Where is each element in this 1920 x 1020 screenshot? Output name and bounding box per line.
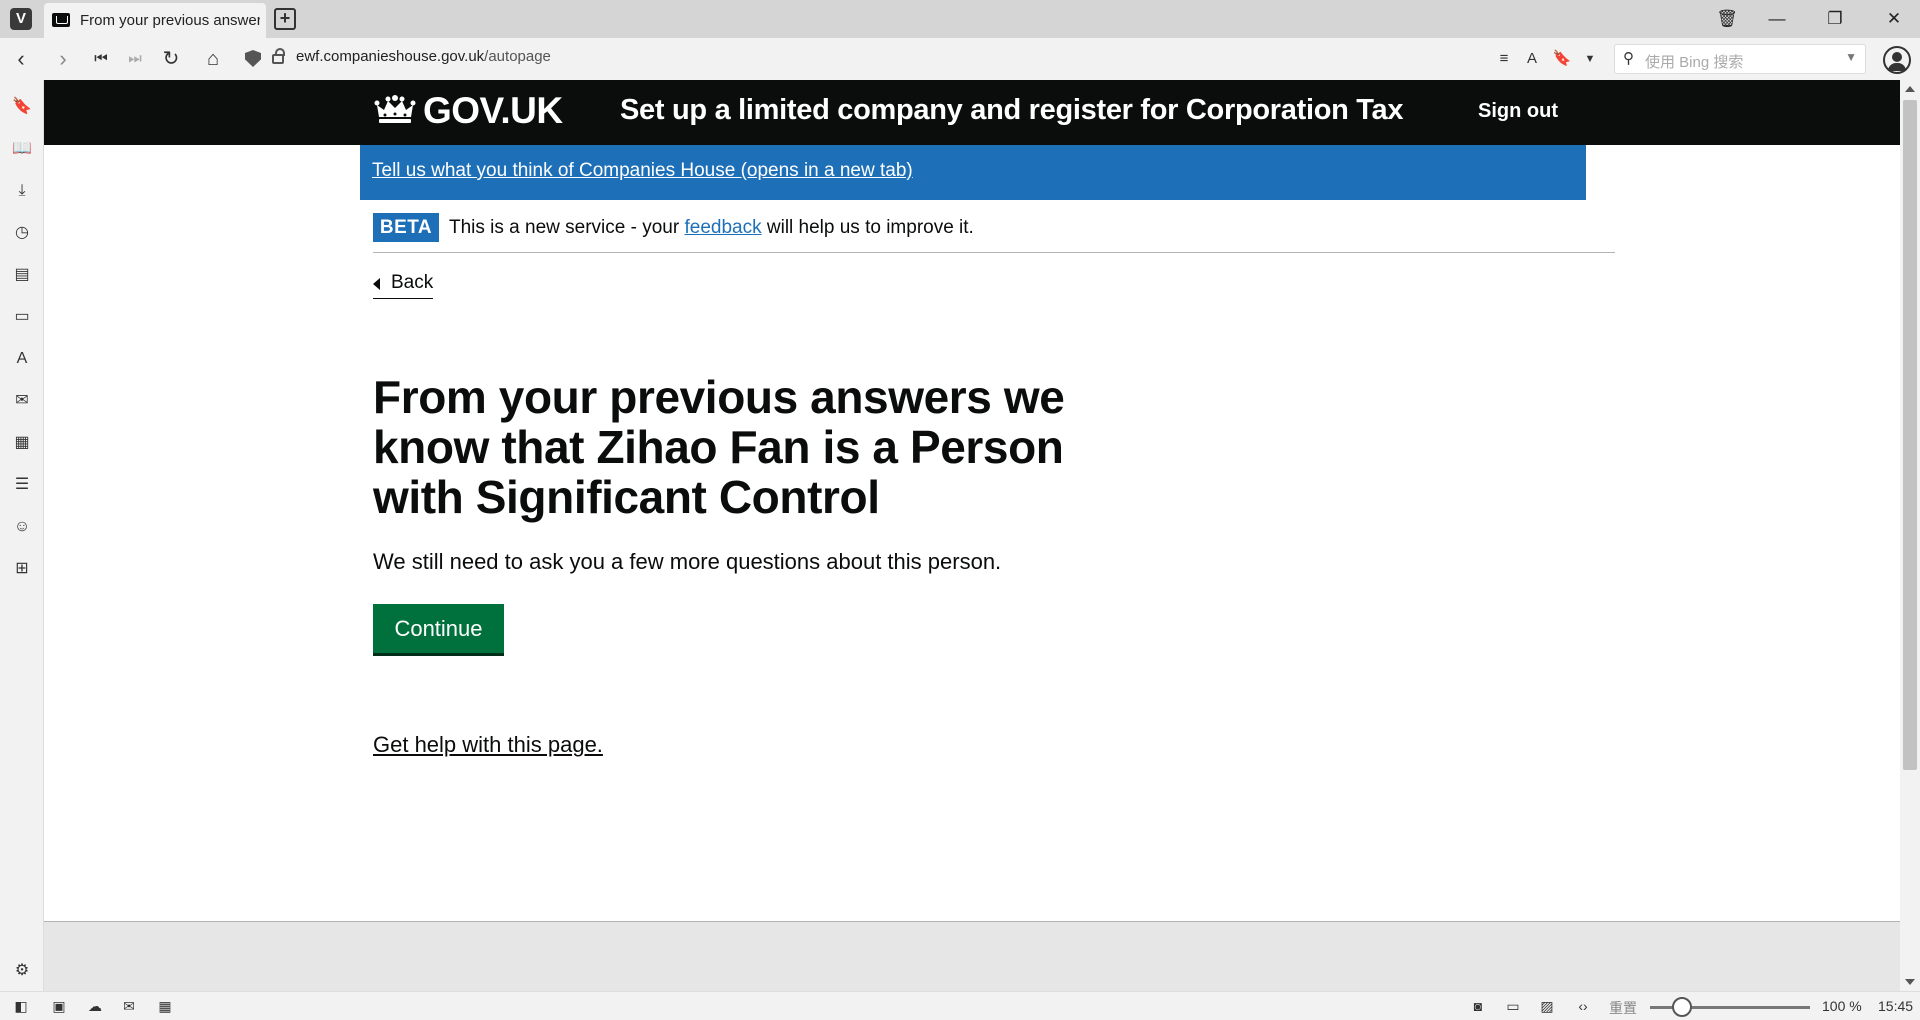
govuk-logo[interactable]: GOV.UK — [423, 90, 563, 132]
notes-icon[interactable]: ▤ — [11, 264, 33, 286]
search-placeholder: 使用 Bing 搜索 — [1645, 54, 1744, 71]
trash-icon[interactable]: 🗑 — [1712, 5, 1742, 33]
browser-side-panel: 🔖 📖 ⤓ ◷ ▤ ▭ A ✉ ▦ ☰ ☺ ⊞ ⚙ — [0, 80, 44, 991]
browser-tab[interactable]: From your previous answer — [44, 3, 266, 38]
companies-house-feedback-link[interactable]: Tell us what you think of Companies Hous… — [372, 160, 913, 182]
back-arrow-icon — [373, 278, 380, 290]
page-actions-icon[interactable]: ‹› — [1572, 996, 1594, 1016]
restore-button[interactable]: ❐ — [1820, 5, 1850, 33]
govuk-favicon-icon — [52, 13, 70, 27]
search-engine-dropdown-icon[interactable]: ▼ — [1845, 50, 1857, 64]
fast-forward-button[interactable]: ⏭ — [122, 46, 148, 72]
feeds-icon[interactable]: ☰ — [11, 474, 33, 496]
reader-view-icon[interactable]: ≡ — [1494, 48, 1514, 70]
home-button[interactable]: ⌂ — [200, 46, 226, 72]
body-text: We still need to ask you a few more ques… — [373, 549, 1002, 574]
close-window-button[interactable]: ✕ — [1879, 5, 1909, 33]
bookmarks-panel-icon[interactable]: 🔖 — [11, 96, 33, 118]
sync-cloud-icon[interactable]: ☁ — [84, 996, 106, 1016]
tab-title: From your previous answer — [80, 12, 260, 29]
feedback-link[interactable]: feedback — [684, 217, 761, 238]
page-footer — [44, 921, 1900, 991]
beta-tag: BETA — [373, 213, 439, 242]
page-title: From your previous answers we know that … — [373, 371, 1065, 523]
sign-out-link[interactable]: Sign out — [1478, 100, 1558, 123]
crown-icon — [374, 95, 416, 123]
contacts-icon[interactable]: ☺ — [11, 516, 33, 538]
new-tab-button[interactable]: + — [274, 8, 296, 30]
lock-icon[interactable] — [272, 48, 285, 64]
settings-gear-icon[interactable]: ⚙ — [11, 960, 33, 982]
calendar-icon[interactable]: ▦ — [11, 432, 33, 454]
forward-nav-button[interactable]: › — [50, 46, 76, 72]
profile-icon[interactable] — [1883, 46, 1911, 74]
address-toolbar: ‹ › ⏮ ⏭ ↻ ⌂ ewf.companieshouse.gov.uk/au… — [0, 38, 1920, 80]
mail-icon[interactable]: ✉ — [11, 390, 33, 412]
bookmark-icon[interactable]: 🔖 — [1552, 48, 1572, 70]
scroll-down-icon[interactable] — [1905, 979, 1915, 985]
capture-camera-icon[interactable]: ◙ — [1467, 996, 1489, 1016]
translate-panel-icon[interactable]: A — [11, 348, 33, 370]
minimize-button[interactable]: — — [1762, 5, 1792, 33]
search-icon: ⚲ — [1623, 50, 1634, 67]
url-field[interactable]: ewf.companieshouse.gov.uk/autopage — [296, 48, 551, 65]
image-toggle-icon[interactable]: ▨ — [1536, 996, 1558, 1016]
scroll-up-icon[interactable] — [1905, 86, 1915, 92]
tracker-shield-icon[interactable] — [245, 50, 261, 67]
history-icon[interactable]: ◷ — [11, 222, 33, 244]
status-mail-icon[interactable]: ✉ — [118, 996, 140, 1016]
panel-toggle-icon[interactable]: ◧ — [10, 996, 32, 1016]
rewind-button[interactable]: ⏮ — [88, 46, 114, 72]
vivaldi-menu-icon[interactable]: V — [10, 8, 32, 30]
reload-button[interactable]: ↻ — [158, 46, 184, 72]
reading-list-icon[interactable]: 📖 — [11, 138, 33, 160]
service-name[interactable]: Set up a limited company and register fo… — [620, 94, 1404, 127]
feedback-banner: Tell us what you think of Companies Hous… — [360, 145, 1586, 200]
back-link[interactable]: Back — [373, 270, 434, 299]
window-panel-icon[interactable]: ▭ — [11, 306, 33, 328]
browser-titlebar: V From your previous answer + 🗑 — ❐ ✕ — [0, 0, 1920, 38]
page-scrollbar[interactable] — [1900, 80, 1920, 991]
page-viewport: GOV.UK Set up a limited company and regi… — [44, 80, 1900, 991]
back-nav-button[interactable]: ‹ — [8, 46, 34, 72]
downloads-icon[interactable]: ⤓ — [11, 180, 33, 202]
back-link-label: Back — [391, 272, 434, 293]
add-panel-icon[interactable]: ⊞ — [11, 558, 33, 580]
page-tiling-icon[interactable]: ▭ — [1502, 996, 1524, 1016]
zoom-slider-thumb[interactable] — [1672, 997, 1692, 1017]
govuk-header: GOV.UK Set up a limited company and regi… — [44, 80, 1900, 145]
phase-banner: BETA This is a new service - your feedba… — [373, 213, 1615, 253]
zoom-reset-label[interactable]: 重置 — [1609, 998, 1637, 1018]
get-help-link[interactable]: Get help with this page. — [373, 732, 603, 758]
clock: 15:45 — [1878, 998, 1914, 1014]
status-calendar-icon[interactable]: ▦ — [154, 996, 176, 1016]
dropdown-icon[interactable]: ▼ — [1580, 48, 1600, 70]
browser-statusbar: ◧ ▣ ☁ ✉ ▦ ◙ ▭ ▨ ‹› 重置 100 % 15:45 — [0, 991, 1920, 1020]
continue-button[interactable]: Continue — [373, 604, 504, 653]
scrollbar-thumb[interactable] — [1903, 100, 1917, 770]
tab-tiling-icon[interactable]: ▣ — [48, 996, 70, 1016]
search-field[interactable]: ⚲ 使用 Bing 搜索 ▼ — [1614, 44, 1866, 74]
beta-text: This is a new service - your feedback wi… — [449, 217, 974, 238]
translate-icon[interactable]: A — [1522, 48, 1542, 70]
zoom-percent: 100 % — [1822, 998, 1862, 1014]
